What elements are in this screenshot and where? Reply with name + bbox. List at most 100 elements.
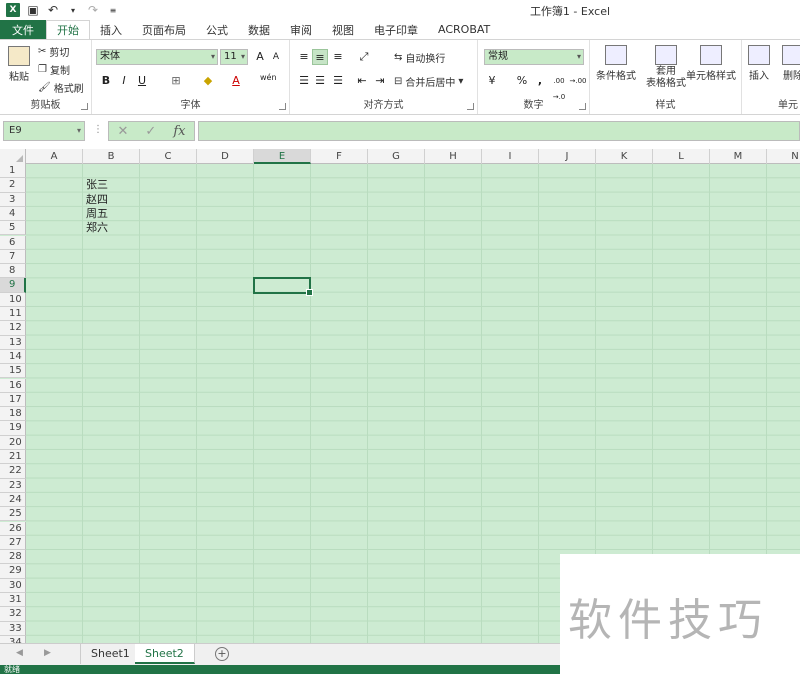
row-header-19[interactable]: 19 <box>0 421 26 436</box>
wrap-text-button[interactable]: ⇆ 自动换行 <box>394 50 445 65</box>
font-launcher-icon[interactable] <box>279 103 286 110</box>
tab-file[interactable]: 文件 <box>0 20 46 39</box>
row-header-8[interactable]: 8 <box>0 264 26 279</box>
add-sheet-icon[interactable]: + <box>215 647 229 661</box>
select-all-button[interactable] <box>0 149 26 164</box>
format-painter-button[interactable]: 🖌 格式刷 <box>38 80 84 95</box>
tab-acrobat[interactable]: ACROBAT <box>428 20 500 39</box>
fill-color-icon[interactable]: ◆ <box>200 73 216 89</box>
row-header-31[interactable]: 31 <box>0 593 26 608</box>
paste-button[interactable]: 粘贴 <box>8 46 30 83</box>
tab-view[interactable]: 视图 <box>322 20 364 39</box>
tab-home[interactable]: 开始 <box>46 20 90 39</box>
increase-indent-icon[interactable]: ⇥ <box>372 73 388 89</box>
column-header-f[interactable]: F <box>311 149 368 164</box>
row-header-12[interactable]: 12 <box>0 321 26 336</box>
column-header-m[interactable]: M <box>710 149 767 164</box>
row-header-2[interactable]: 2 <box>0 178 26 193</box>
row-header-22[interactable]: 22 <box>0 464 26 479</box>
column-header-j[interactable]: J <box>539 149 596 164</box>
align-top-icon[interactable]: ≡ <box>296 49 312 65</box>
undo-dropdown-icon[interactable]: ▾ <box>66 6 80 15</box>
font-size-select[interactable]: 11 <box>220 49 248 65</box>
cell-b5[interactable]: 郑六 <box>86 221 108 235</box>
customize-qat-icon[interactable]: ≡ <box>106 6 120 15</box>
row-header-28[interactable]: 28 <box>0 550 26 565</box>
next-sheet-icon[interactable]: ▶ <box>44 648 51 658</box>
formula-bar-grip[interactable]: ⋮ <box>93 124 103 135</box>
tab-formulas[interactable]: 公式 <box>196 20 238 39</box>
tab-data[interactable]: 数据 <box>238 20 280 39</box>
row-header-17[interactable]: 17 <box>0 392 26 408</box>
number-format-select[interactable]: 常规 <box>484 49 584 65</box>
format-as-table-button[interactable]: 套用 表格格式 <box>646 45 686 89</box>
cell-b4[interactable]: 周五 <box>86 207 108 221</box>
name-box[interactable]: E9 <box>3 121 85 141</box>
column-header-e[interactable]: E <box>254 149 311 164</box>
save-icon[interactable]: ▣ <box>26 3 40 17</box>
align-bottom-icon[interactable]: ≡ <box>330 49 346 65</box>
align-right-icon[interactable]: ☰ <box>330 73 346 89</box>
alignment-launcher-icon[interactable] <box>467 103 474 110</box>
formula-input[interactable] <box>198 121 800 141</box>
column-header-b[interactable]: B <box>83 149 140 164</box>
row-header-6[interactable]: 6 <box>0 235 26 250</box>
delete-cells-button[interactable]: 删除 <box>782 45 800 82</box>
active-cell-selection[interactable] <box>253 277 313 297</box>
number-launcher-icon[interactable] <box>579 103 586 110</box>
phonetic-button[interactable]: wén <box>260 70 277 86</box>
percent-button[interactable]: % <box>514 73 530 89</box>
row-header-26[interactable]: 26 <box>0 521 26 536</box>
align-center-icon[interactable]: ☰ <box>312 73 328 89</box>
orientation-icon[interactable]: ⤢ <box>356 49 372 65</box>
row-header-9[interactable]: 9 <box>0 278 26 293</box>
row-header-32[interactable]: 32 <box>0 607 26 622</box>
row-header-27[interactable]: 27 <box>0 535 26 551</box>
row-header-21[interactable]: 21 <box>0 450 26 465</box>
row-header-23[interactable]: 23 <box>0 478 26 493</box>
shrink-font-button[interactable]: A <box>268 49 284 65</box>
cell-b2[interactable]: 张三 <box>86 178 108 192</box>
column-header-k[interactable]: K <box>596 149 653 164</box>
copy-button[interactable]: ❐ 复制 <box>38 62 70 77</box>
merge-center-button[interactable]: ⊟ 合并后居中 ▾ <box>394 74 463 89</box>
redo-icon[interactable]: ↷ <box>86 3 100 17</box>
cut-button[interactable]: ✂ 剪切 <box>38 44 69 59</box>
sheet-tab-sheet2[interactable]: Sheet2 <box>135 644 195 664</box>
row-header-24[interactable]: 24 <box>0 492 26 508</box>
row-header-5[interactable]: 5 <box>0 221 26 236</box>
font-color-button[interactable]: A <box>228 73 244 89</box>
row-header-4[interactable]: 4 <box>0 206 26 222</box>
row-header-10[interactable]: 10 <box>0 292 26 307</box>
row-header-11[interactable]: 11 <box>0 307 26 322</box>
column-header-d[interactable]: D <box>197 149 254 164</box>
currency-icon[interactable]: ¥ <box>484 73 500 89</box>
row-header-14[interactable]: 14 <box>0 349 26 365</box>
cancel-icon[interactable]: ✕ <box>118 124 129 139</box>
undo-icon[interactable]: ↶ <box>46 3 60 17</box>
insert-cells-button[interactable]: 插入 <box>748 45 770 82</box>
column-header-a[interactable]: A <box>26 149 83 164</box>
tab-insert[interactable]: 插入 <box>90 20 132 39</box>
decrease-indent-icon[interactable]: ⇤ <box>354 73 370 89</box>
cell-b3[interactable]: 赵四 <box>86 193 108 207</box>
increase-decimal-button[interactable]: .00 →.0 <box>550 73 568 101</box>
sheet-tab-sheet1[interactable]: Sheet1 <box>80 644 141 664</box>
tab-page-layout[interactable]: 页面布局 <box>132 20 196 39</box>
font-name-select[interactable]: 宋体 <box>96 49 218 65</box>
row-header-30[interactable]: 30 <box>0 578 26 593</box>
comma-button[interactable]: , <box>532 73 548 89</box>
row-header-16[interactable]: 16 <box>0 378 26 393</box>
underline-button[interactable]: U <box>134 73 150 89</box>
insert-function-icon[interactable]: fx <box>173 124 185 139</box>
enter-icon[interactable]: ✓ <box>145 124 156 139</box>
row-header-3[interactable]: 3 <box>0 192 26 207</box>
grow-font-button[interactable]: A <box>252 49 268 65</box>
conditional-formatting-button[interactable]: 条件格式 <box>596 45 636 82</box>
column-header-n[interactable]: N <box>767 149 800 164</box>
row-header-33[interactable]: 33 <box>0 621 26 636</box>
row-header-15[interactable]: 15 <box>0 364 26 379</box>
clipboard-launcher-icon[interactable] <box>81 103 88 110</box>
column-header-l[interactable]: L <box>653 149 710 164</box>
tab-review[interactable]: 审阅 <box>280 20 322 39</box>
